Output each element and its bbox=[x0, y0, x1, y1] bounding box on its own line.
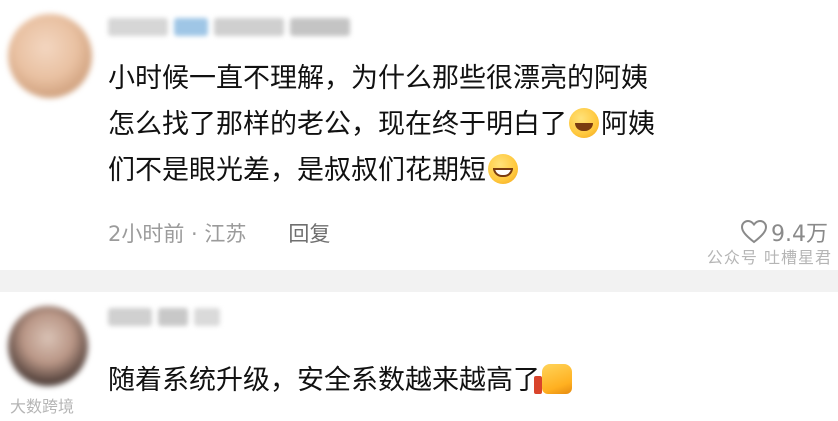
watermark-text: 公众号 吐槽星君 bbox=[706, 248, 832, 267]
comment-line-1: 小时候一直不理解，为什么那些很漂亮的阿姨 bbox=[108, 63, 648, 94]
thumbs-up-emoji-icon bbox=[534, 364, 572, 394]
comment-text: 随着系统升级，安全系数越来越高了 bbox=[108, 358, 574, 404]
comment-text: 小时候一直不理解，为什么那些很漂亮的阿姨 怎么找了那样的老公，现在终于明白了 阿姨… bbox=[108, 56, 655, 194]
comment-line-3: 们不是眼光差，是叔叔们花期短 bbox=[108, 148, 655, 194]
comment-card: 小时候一直不理解，为什么那些很漂亮的阿姨 怎么找了那样的老公，现在终于明白了 阿姨… bbox=[0, 0, 838, 270]
heart-icon bbox=[741, 220, 767, 244]
avatar[interactable] bbox=[8, 14, 92, 98]
time-location: 2小时前 · 江苏 bbox=[108, 222, 247, 246]
watermark-text: 大数跨境 bbox=[10, 397, 75, 416]
rolling-laughing-emoji-icon bbox=[569, 108, 599, 138]
username-blurred[interactable] bbox=[108, 306, 258, 328]
comment-line-2: 怎么找了那样的老公，现在终于明白了 阿姨 bbox=[108, 108, 655, 140]
avatar[interactable] bbox=[8, 306, 88, 386]
comment-meta: 2小时前 · 江苏 回复 bbox=[108, 218, 330, 248]
comment-card: 随着系统升级，安全系数越来越高了 大数跨境 bbox=[0, 292, 838, 421]
reply-button[interactable]: 回复 bbox=[288, 218, 330, 248]
grinning-emoji-icon bbox=[488, 154, 518, 184]
username-blurred[interactable] bbox=[108, 16, 368, 38]
